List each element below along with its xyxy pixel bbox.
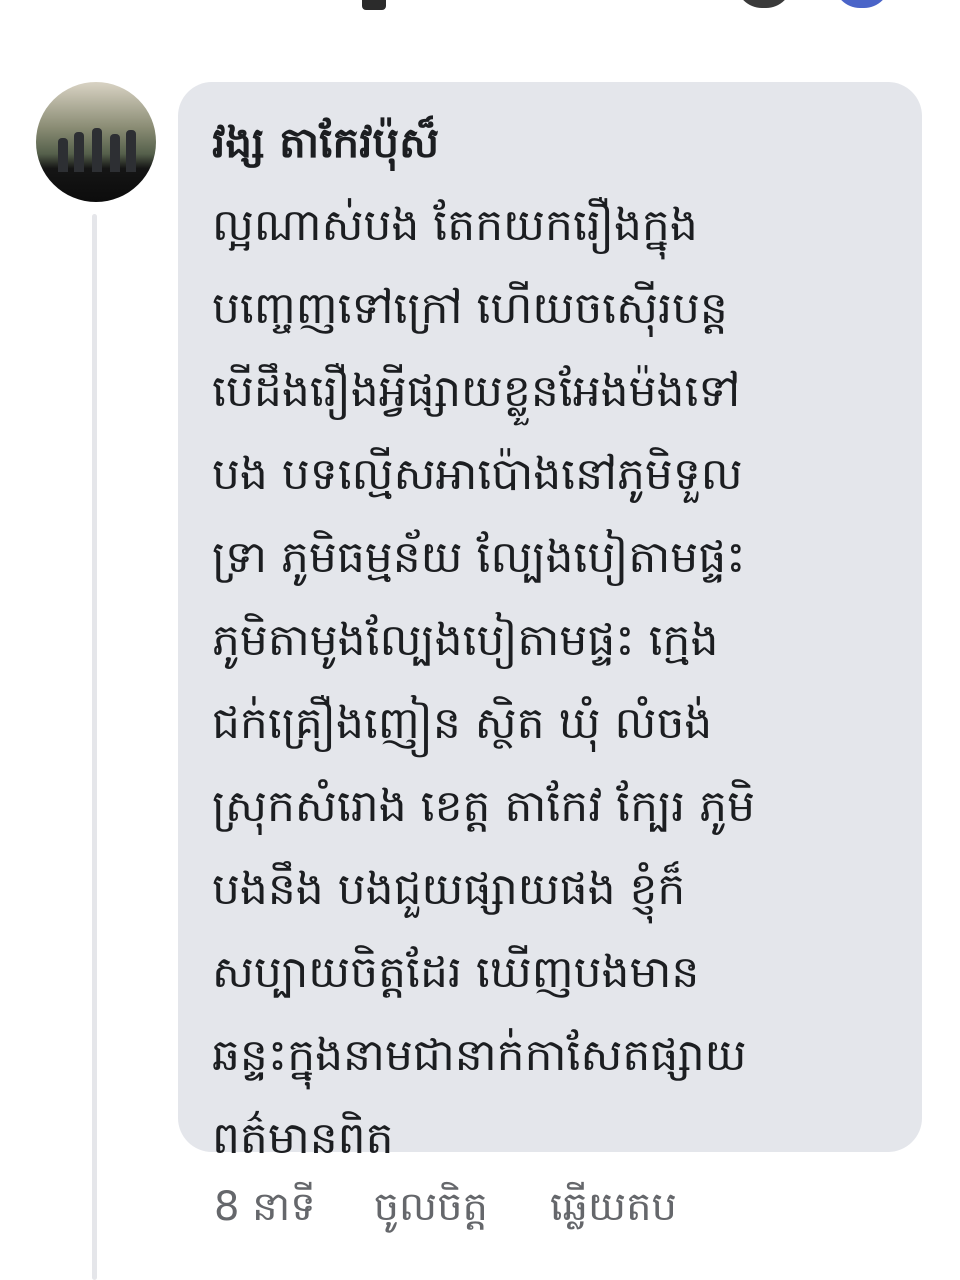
comment-text-line: ឆន្ទះក្នុងនាមជានាក់កាសែតផ្សាយ — [212, 1030, 747, 1081]
comment-timestamp[interactable]: 8 នាទី — [214, 1181, 316, 1240]
comment-text-line: សប្បាយចិត្តដែរ ឃើញបងមាន — [212, 947, 700, 998]
comment-thread: វង្ស តាកែវប៉ុស៏ ល្អណាស់បង តែកយករឿងក្នុង … — [0, 0, 960, 1280]
comment-text-line: ជក់គ្រឿងញៀន ស្ថិត ឃុំ លំចង់ — [212, 698, 713, 749]
like-button[interactable]: ចូលចិត្ត — [374, 1181, 488, 1240]
top-cropped-row — [0, 0, 960, 14]
avatar-figure — [92, 128, 102, 172]
partial-reaction-icon — [834, 0, 890, 8]
avatar-figure — [110, 134, 120, 172]
comment-text-line: ទ្រា ភូមិធម្មន័យ ល្បែងបៀតាមផ្ទះ — [212, 532, 746, 583]
comment-text-line: ពត៌មានពិត — [212, 1113, 394, 1164]
partial-reaction-icon — [736, 0, 792, 8]
partial-icon — [362, 0, 386, 10]
avatar-figure — [74, 132, 84, 172]
comment-text-line: ភូមិតាមូងល្បែងបៀតាមផ្ទះ ក្មេង — [212, 615, 719, 666]
comment-text-line: ល្អណាស់បង តែកយករឿងក្នុង — [212, 200, 698, 251]
comment-text-line: បង បទល្មើសអាប៉ោងនៅភូមិទួល — [212, 449, 743, 500]
comment-text-line: បើដឹងរឿងអ្វីផ្សាយខ្លួនអែងម៉ងទៅ — [212, 366, 741, 417]
avatar[interactable] — [36, 82, 156, 202]
comment-text-line: ស្រុកសំរោង ខេត្ត តាកែវ ក្បែរ ភូមិ — [212, 781, 755, 832]
comment-actions: 8 នាទី ចូលចិត្ត ឆ្លើយតប — [214, 1180, 677, 1240]
comment-text-line: បញ្ចេញទៅក្រៅ ហើយចស៊ើរបន្ត — [212, 283, 728, 334]
comment-text-line: បងនឹង បងជួយផ្សាយផង ខ្ញុំក៏ — [212, 864, 686, 915]
reply-button[interactable]: ឆ្លើយតប — [550, 1181, 677, 1240]
comment-bubble[interactable]: វង្ស តាកែវប៉ុស៏ ល្អណាស់បង តែកយករឿងក្នុង … — [178, 82, 922, 1164]
avatar-figure — [58, 138, 68, 172]
comment-text: ល្អណាស់បង តែកយករឿងក្នុង បញ្ចេញទៅក្រៅ ហើយ… — [212, 184, 902, 1180]
avatar-figure — [126, 130, 136, 172]
thread-line — [92, 214, 97, 1280]
comment-author[interactable]: វង្ស តាកែវប៉ុស៏ — [212, 116, 439, 170]
